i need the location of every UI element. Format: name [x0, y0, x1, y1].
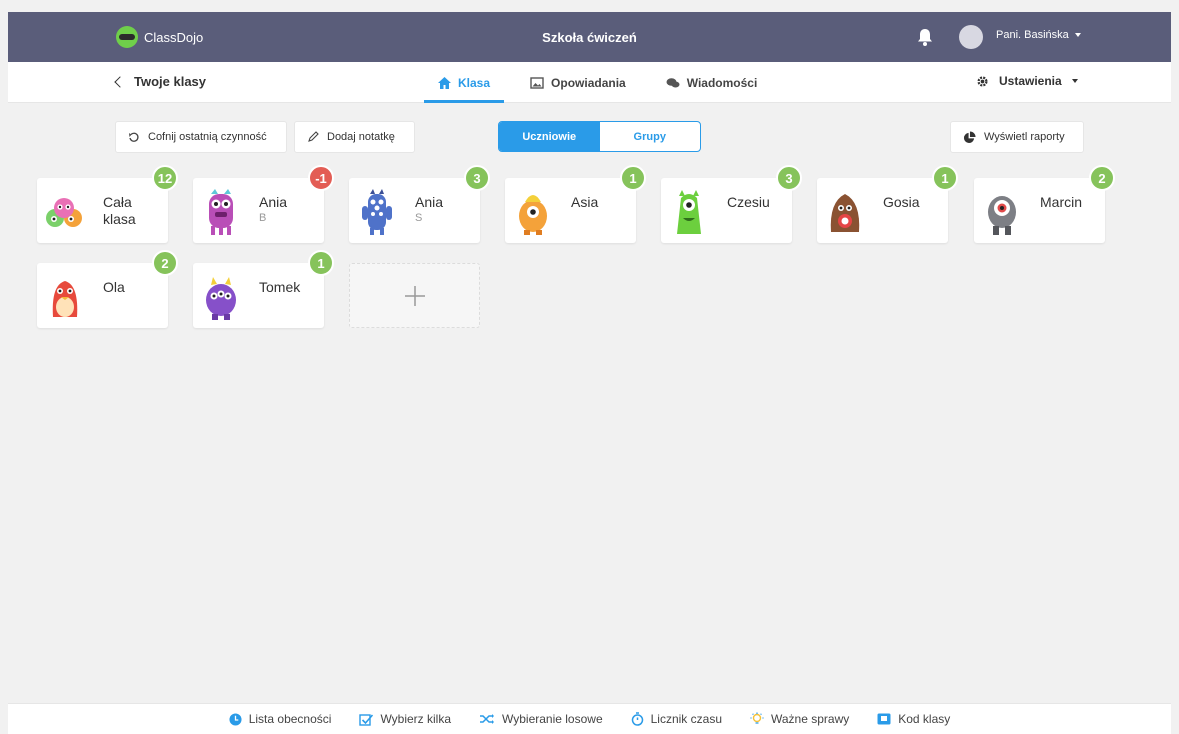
pie-chart-icon [963, 130, 976, 143]
student-initial: B [259, 212, 268, 224]
user-name: Pani. Basińska [996, 29, 1069, 41]
tab-label: Opowiadania [551, 75, 626, 90]
bottom-label: Kod klasy [898, 712, 951, 726]
classdojo-logo-icon [116, 26, 138, 48]
plus-icon [404, 285, 425, 306]
bottom-label: Wybieranie losowe [502, 712, 603, 726]
gear-icon [977, 75, 988, 87]
tab-wiadomosci[interactable]: Wiadomości [646, 62, 778, 103]
student-card[interactable]: Ola 2 [37, 250, 178, 328]
home-icon [438, 76, 451, 89]
brand[interactable]: ClassDojo [116, 26, 203, 48]
student-card[interactable]: Gosia 1 [817, 165, 958, 243]
lightbulb-icon [750, 712, 764, 724]
class-code-button[interactable]: Kod klasy [877, 712, 950, 726]
bottom-label: Licznik czasu [650, 712, 722, 726]
segment-groups[interactable]: Grupy [600, 122, 701, 151]
gray-monster-avatar-icon [988, 196, 1016, 235]
student-card[interactable]: Asia 1 [505, 165, 646, 243]
view-segment: Uczniowie Grupy [498, 121, 701, 152]
student-name: Ola [103, 279, 125, 295]
back-label: Twoje klasy [134, 74, 207, 89]
bottom-toolbar: Lista obecności Wybierz kilka Wybieranie… [8, 703, 1171, 734]
blue-monster-avatar-icon [362, 189, 392, 235]
pencil-icon [308, 131, 319, 142]
tab-label: Klasa [458, 75, 491, 90]
violet-monster-avatar-icon [206, 277, 236, 320]
bell-icon[interactable] [914, 26, 936, 48]
student-name: Ania [415, 194, 444, 210]
student-card[interactable]: Ania B -1 [193, 165, 334, 243]
reports-label: Wyświetl raporty [984, 131, 1065, 143]
random-picker-button[interactable]: Wybieranie losowe [479, 712, 603, 726]
green-monster-avatar-icon [677, 190, 701, 234]
points-badge: 12 [152, 165, 178, 191]
clock-icon [229, 712, 242, 726]
select-multiple-button[interactable]: Wybierz kilka [359, 712, 451, 726]
student-name: Asia [571, 194, 599, 210]
checkbox-icon [359, 713, 374, 726]
timer-button[interactable]: Licznik czasu [631, 712, 722, 726]
undo-label: Cofnij ostatnią czynność [148, 131, 267, 143]
tab-opowiadania[interactable]: Opowiadania [510, 62, 646, 103]
image-icon [530, 76, 544, 89]
back-to-classes[interactable]: Twoje klasy [114, 74, 207, 89]
red-monster-avatar-icon [52, 281, 78, 317]
avatar[interactable] [959, 25, 983, 49]
undo-button[interactable]: Cofnij ostatnią czynność [115, 121, 287, 153]
student-card-whole-class[interactable]: Cała klasa 12 [37, 165, 178, 243]
brown-monster-avatar-icon [830, 194, 860, 232]
chevron-down-icon [1071, 79, 1078, 83]
student-name: Ania [259, 194, 288, 210]
chevron-down-icon [1074, 33, 1081, 37]
add-note-label: Dodaj notatkę [327, 131, 395, 143]
student-card[interactable]: Tomek 1 [193, 250, 334, 328]
student-card[interactable]: Marcin 2 [974, 165, 1115, 243]
points-badge: -1 [308, 165, 334, 191]
points-badge: 3 [776, 165, 802, 191]
add-note-button[interactable]: Dodaj notatkę [294, 121, 415, 153]
reports-button[interactable]: Wyświetl raporty [950, 121, 1084, 153]
important-things-button[interactable]: Ważne sprawy [750, 712, 849, 726]
attendance-button[interactable]: Lista obecności [229, 712, 332, 726]
points-badge: 3 [464, 165, 490, 191]
timer-icon [631, 712, 643, 726]
points-badge: 1 [308, 250, 334, 276]
student-name: Cała klasa [103, 194, 136, 227]
student-name: Gosia [883, 194, 920, 210]
student-initial: S [415, 212, 424, 224]
segment-students[interactable]: Uczniowie [499, 122, 600, 151]
undo-icon [129, 132, 139, 142]
points-badge: 1 [932, 165, 958, 191]
bottom-label: Ważne sprawy [771, 712, 850, 726]
bottom-label: Lista obecności [248, 712, 332, 726]
student-card[interactable]: Czesiu 3 [661, 165, 802, 243]
settings-menu[interactable]: Ustawienia [976, 74, 1078, 88]
chevron-left-icon [114, 75, 126, 88]
sub-nav: Twoje klasy Klasa Opowiadania Wiadomości… [8, 62, 1171, 103]
tab-label: Wiadomości [686, 75, 758, 90]
shuffle-icon [480, 714, 495, 724]
student-name: Marcin [1040, 194, 1083, 210]
code-icon [877, 713, 891, 725]
student-name: Tomek [259, 279, 301, 295]
settings-label: Ustawienia [999, 74, 1062, 88]
points-badge: 2 [1089, 165, 1115, 191]
points-badge: 1 [620, 165, 646, 191]
tabs: Klasa Opowiadania Wiadomości [418, 62, 777, 103]
student-name: Czesiu [727, 194, 770, 210]
user-menu[interactable]: Pani. Basińska [996, 29, 1081, 41]
points-badge: 2 [152, 250, 178, 276]
purple-monster-avatar-icon [209, 189, 233, 235]
top-bar: ClassDojo Szkoła ćwiczeń Pani. Basińska [8, 12, 1171, 62]
chat-icon [666, 77, 680, 87]
add-student-button[interactable] [349, 263, 480, 328]
student-card[interactable]: Ania S 3 [349, 165, 490, 243]
tab-klasa[interactable]: Klasa [418, 62, 510, 103]
orange-monster-avatar-icon [519, 195, 547, 235]
brand-name: ClassDojo [144, 29, 204, 45]
class-monsters-avatar-icon [46, 198, 82, 227]
bottom-label: Wybierz kilka [380, 712, 452, 726]
